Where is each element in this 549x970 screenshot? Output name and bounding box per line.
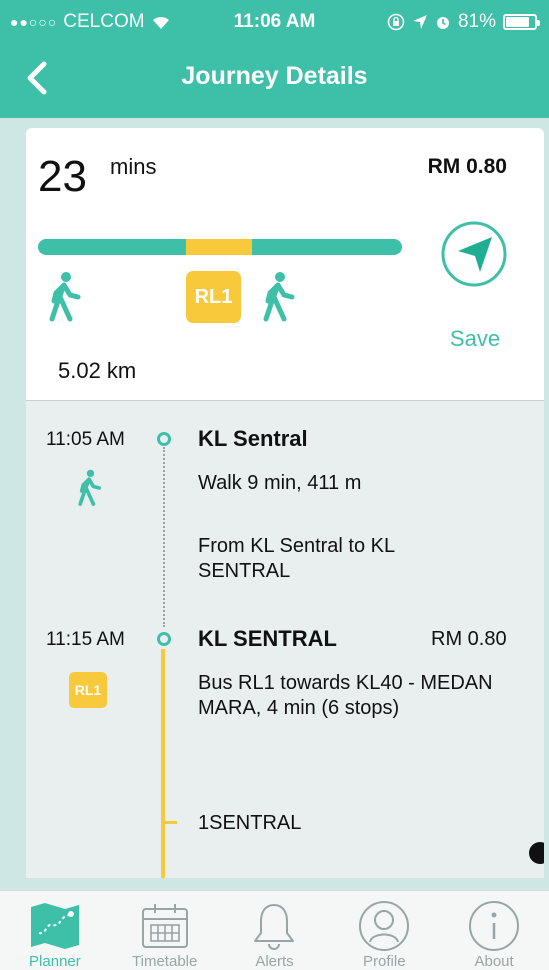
itinerary-panel: 11:05 AM KL Sentral Walk 9 min, 411 m Fr…	[26, 400, 544, 878]
tab-profile[interactable]: Profile	[329, 891, 439, 970]
map-icon	[27, 898, 83, 953]
route-badge: RL1	[69, 672, 107, 708]
scroll-handle[interactable]	[529, 842, 544, 864]
location-icon	[412, 15, 427, 29]
bus-route-line	[161, 649, 165, 878]
navigate-arrow-icon[interactable]	[440, 220, 508, 288]
page-title: Journey Details	[181, 62, 368, 90]
walking-icon	[49, 272, 81, 322]
departure-time: 11:15 AM	[46, 629, 125, 650]
total-distance: 5.02 km	[58, 358, 137, 383]
info-icon	[466, 898, 522, 953]
tab-planner[interactable]: Planner	[0, 891, 110, 970]
walk-route-line	[163, 447, 165, 627]
tab-label: Planner	[29, 953, 81, 970]
tab-bar: Planner Timetable Alerts Profile About	[0, 890, 549, 970]
stop-node	[157, 632, 171, 646]
user-icon	[356, 898, 412, 953]
tab-label: Timetable	[132, 953, 198, 970]
intermediate-stop: 1SENTRAL	[198, 812, 302, 834]
journey-summary-card: 23 mins RM 0.80 RL1 Save 5.02 km	[26, 128, 544, 400]
leg-fare: RM 0.80	[431, 628, 507, 650]
battery-icon	[503, 14, 540, 30]
stop-node	[157, 432, 171, 446]
leg-detail: From KL Sentral to KL SENTRAL	[198, 535, 395, 582]
total-fare: RM 0.80	[427, 155, 507, 178]
tab-label: Alerts	[255, 953, 294, 970]
duration-unit: mins	[110, 154, 157, 179]
calendar-icon	[137, 898, 193, 953]
leg-description: Walk 9 min, 411 m	[198, 472, 362, 494]
departure-time: 11:05 AM	[46, 429, 125, 450]
status-bar: ●●○○○ CELCOM 11:06 AM 81%	[0, 0, 549, 44]
stop-tick	[165, 821, 177, 824]
leg-description: Bus RL1 towards KL40 - MEDAN MARA, 4 min…	[198, 672, 493, 719]
top-bar: ●●○○○ CELCOM 11:06 AM 81% Journey Detail…	[0, 0, 549, 118]
tab-label: Profile	[363, 953, 406, 970]
rotation-lock-icon	[387, 13, 405, 31]
tab-alerts[interactable]: Alerts	[220, 891, 330, 970]
bus-segment	[186, 239, 252, 255]
status-right: 81%	[387, 11, 540, 33]
alarm-icon	[436, 17, 449, 29]
journey-progress-bar	[38, 239, 402, 255]
tab-timetable[interactable]: Timetable	[110, 891, 220, 970]
save-button[interactable]: Save	[434, 326, 516, 352]
tab-label: About	[474, 953, 514, 970]
route-badge: RL1	[186, 271, 241, 323]
duration-value: 23	[38, 152, 87, 201]
battery-percent: 81%	[457, 11, 496, 32]
walking-icon	[263, 272, 295, 322]
stop-name: KL SENTRAL	[198, 626, 337, 651]
stop-name: KL Sentral	[198, 426, 308, 451]
tab-about[interactable]: About	[439, 891, 549, 970]
bell-icon	[246, 898, 302, 953]
walking-icon	[78, 469, 102, 506]
